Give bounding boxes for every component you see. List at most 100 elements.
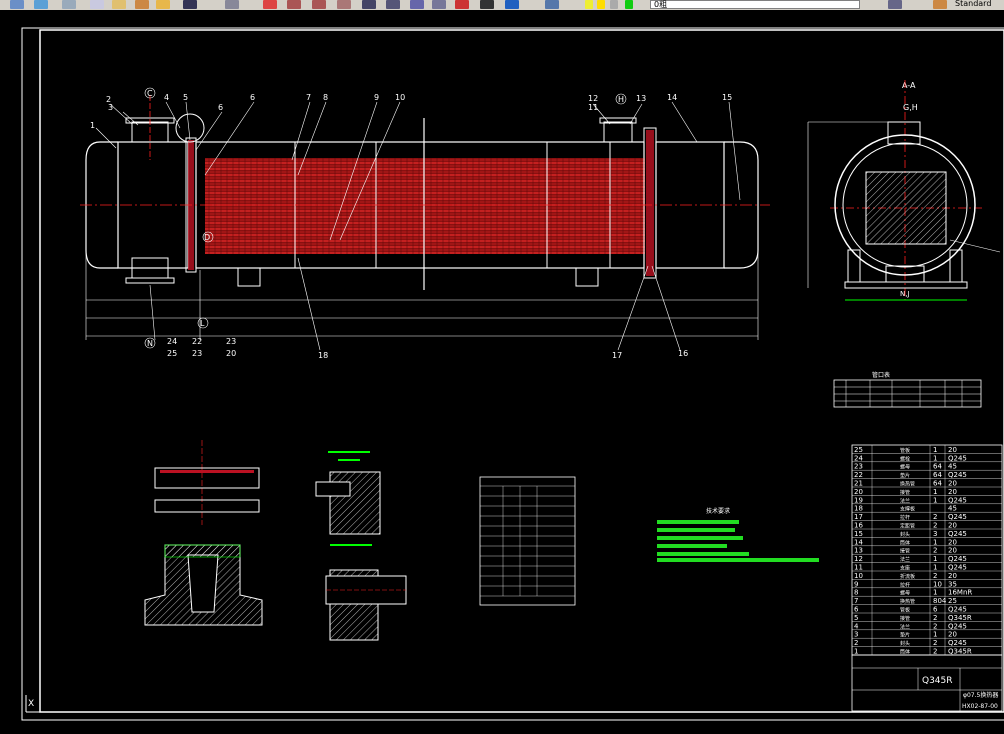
- bom-cell: 2: [933, 547, 937, 555]
- bom-cell: 1: [933, 488, 937, 496]
- svg-text:15: 15: [722, 93, 732, 102]
- svg-text:14: 14: [667, 93, 677, 102]
- markup-icon[interactable]: [455, 0, 469, 9]
- bottom-nozzle-label: N,J: [900, 290, 910, 298]
- bom-cell: 16: [854, 522, 863, 530]
- svg-text:4: 4: [164, 93, 169, 102]
- bom-cell: 支撑板: [900, 506, 915, 513]
- bom-cell: 拉杆: [900, 581, 910, 588]
- bom-cell: 5: [854, 614, 858, 622]
- bom-cell: Q345R: [948, 614, 972, 622]
- layer-freeze-icon[interactable]: [597, 0, 605, 9]
- bom-cell: 6: [854, 606, 859, 614]
- nozzle-table-title: 管口表: [872, 371, 890, 379]
- bom-cell: 2: [933, 572, 937, 580]
- layer-manager-icon[interactable]: [545, 0, 559, 9]
- layer-dropdown[interactable]: 0粗: [650, 0, 860, 9]
- bom-cell: 筒体: [900, 649, 910, 656]
- open-icon[interactable]: [10, 0, 24, 9]
- bom-cell: 12: [854, 555, 863, 563]
- help-icon[interactable]: [505, 0, 519, 9]
- bom-cell: 64: [933, 463, 942, 471]
- redo-icon[interactable]: [225, 0, 239, 9]
- svg-text:9: 9: [374, 93, 379, 102]
- bom-cell: 21: [854, 480, 863, 488]
- sheet-set-icon[interactable]: [432, 0, 446, 9]
- bom-cell: Q245: [948, 513, 967, 521]
- layer-color-icon[interactable]: [625, 0, 633, 9]
- svg-text:12: 12: [588, 94, 598, 103]
- bom-cell: 64: [933, 480, 942, 488]
- bom-cell: 20: [854, 488, 863, 496]
- bom-cell: 13: [854, 547, 863, 555]
- bom-cell: 20: [948, 631, 957, 639]
- save-icon[interactable]: [34, 0, 48, 9]
- bom-cell: 9: [854, 580, 858, 588]
- bom-cell: 垫片: [900, 472, 910, 479]
- bom-cell: 1: [933, 555, 937, 563]
- bom-cell: 6: [933, 606, 938, 614]
- paste-icon[interactable]: [112, 0, 126, 9]
- bom-cell: Q245: [948, 471, 967, 479]
- matchprop-icon[interactable]: [135, 0, 149, 9]
- bom-cell: 接管: [900, 548, 910, 555]
- zoom-window-icon[interactable]: [312, 0, 326, 9]
- detail-ii: [325, 544, 407, 641]
- text-style-dropdown[interactable]: Standard: [955, 0, 1004, 9]
- bom-cell: 1: [854, 648, 858, 656]
- svg-text:H: H: [618, 95, 624, 104]
- text-style-name: Standard: [955, 0, 992, 8]
- bom-cell: 8: [854, 589, 858, 597]
- bom-cell: 螺母: [900, 590, 910, 597]
- zoom-previous-icon[interactable]: [337, 0, 351, 9]
- cut-icon[interactable]: [62, 0, 76, 9]
- bom-cell: 2: [854, 639, 858, 647]
- bom-cell: 45: [948, 463, 957, 471]
- bom-cell: 1: [933, 446, 937, 454]
- bom-cell: Q245: [948, 639, 967, 647]
- layer-lock-icon[interactable]: [610, 0, 618, 9]
- bom-cell: 支座: [900, 565, 910, 572]
- bom-cell: 16MnR: [948, 589, 972, 597]
- svg-text:8: 8: [323, 93, 328, 102]
- tool-palettes-icon[interactable]: [410, 0, 424, 9]
- bom-cell: 封头: [900, 531, 910, 538]
- layer-previous-icon[interactable]: [888, 0, 902, 9]
- bom-cell: Q245: [948, 564, 967, 572]
- svg-text:6: 6: [218, 103, 223, 112]
- bom-cell: 2: [933, 614, 937, 622]
- design-center-icon[interactable]: [386, 0, 400, 9]
- layer-on-icon[interactable]: [585, 0, 593, 9]
- text-style-icon[interactable]: [933, 0, 947, 9]
- block-icon[interactable]: [156, 0, 170, 9]
- model-space-canvas[interactable]: 1 2 3 4 5 6 6 7 8 9 10 12 11 13 14 15 24…: [0, 10, 1004, 730]
- svg-text:10: 10: [395, 93, 405, 102]
- svg-text:18: 18: [318, 351, 328, 360]
- nozzle-table: 管口表: [833, 371, 982, 408]
- detail-tubesheet: [144, 440, 263, 626]
- svg-text:22: 22: [192, 337, 202, 346]
- bom-cell: 折流板: [900, 573, 915, 580]
- bom-cell: 1: [933, 496, 937, 504]
- zoom-realtime-icon[interactable]: [287, 0, 301, 9]
- svg-text:X: X: [28, 699, 34, 709]
- calculator-icon[interactable]: [480, 0, 494, 9]
- copy-icon[interactable]: [90, 0, 104, 9]
- bom-cell: 定距管: [900, 523, 915, 530]
- bom-cell: 换热管: [900, 598, 915, 605]
- properties-icon[interactable]: [362, 0, 376, 9]
- bom-cell: 20: [948, 446, 957, 454]
- undo-icon[interactable]: [183, 0, 197, 9]
- bom-cell: 拉杆: [900, 514, 910, 521]
- bom-cell: 1: [933, 538, 937, 546]
- svg-text:7: 7: [306, 93, 311, 102]
- bom-cell: 2: [933, 648, 937, 656]
- bom-cell: 接管: [900, 615, 910, 622]
- bom-cell: 螺栓: [900, 455, 910, 462]
- bom-cell: 23: [854, 463, 863, 471]
- pan-icon[interactable]: [263, 0, 277, 9]
- svg-text:6: 6: [250, 93, 255, 102]
- bom-cell: 20: [948, 572, 957, 580]
- svg-text:25: 25: [167, 349, 177, 358]
- bom-cell: 1: [933, 564, 937, 572]
